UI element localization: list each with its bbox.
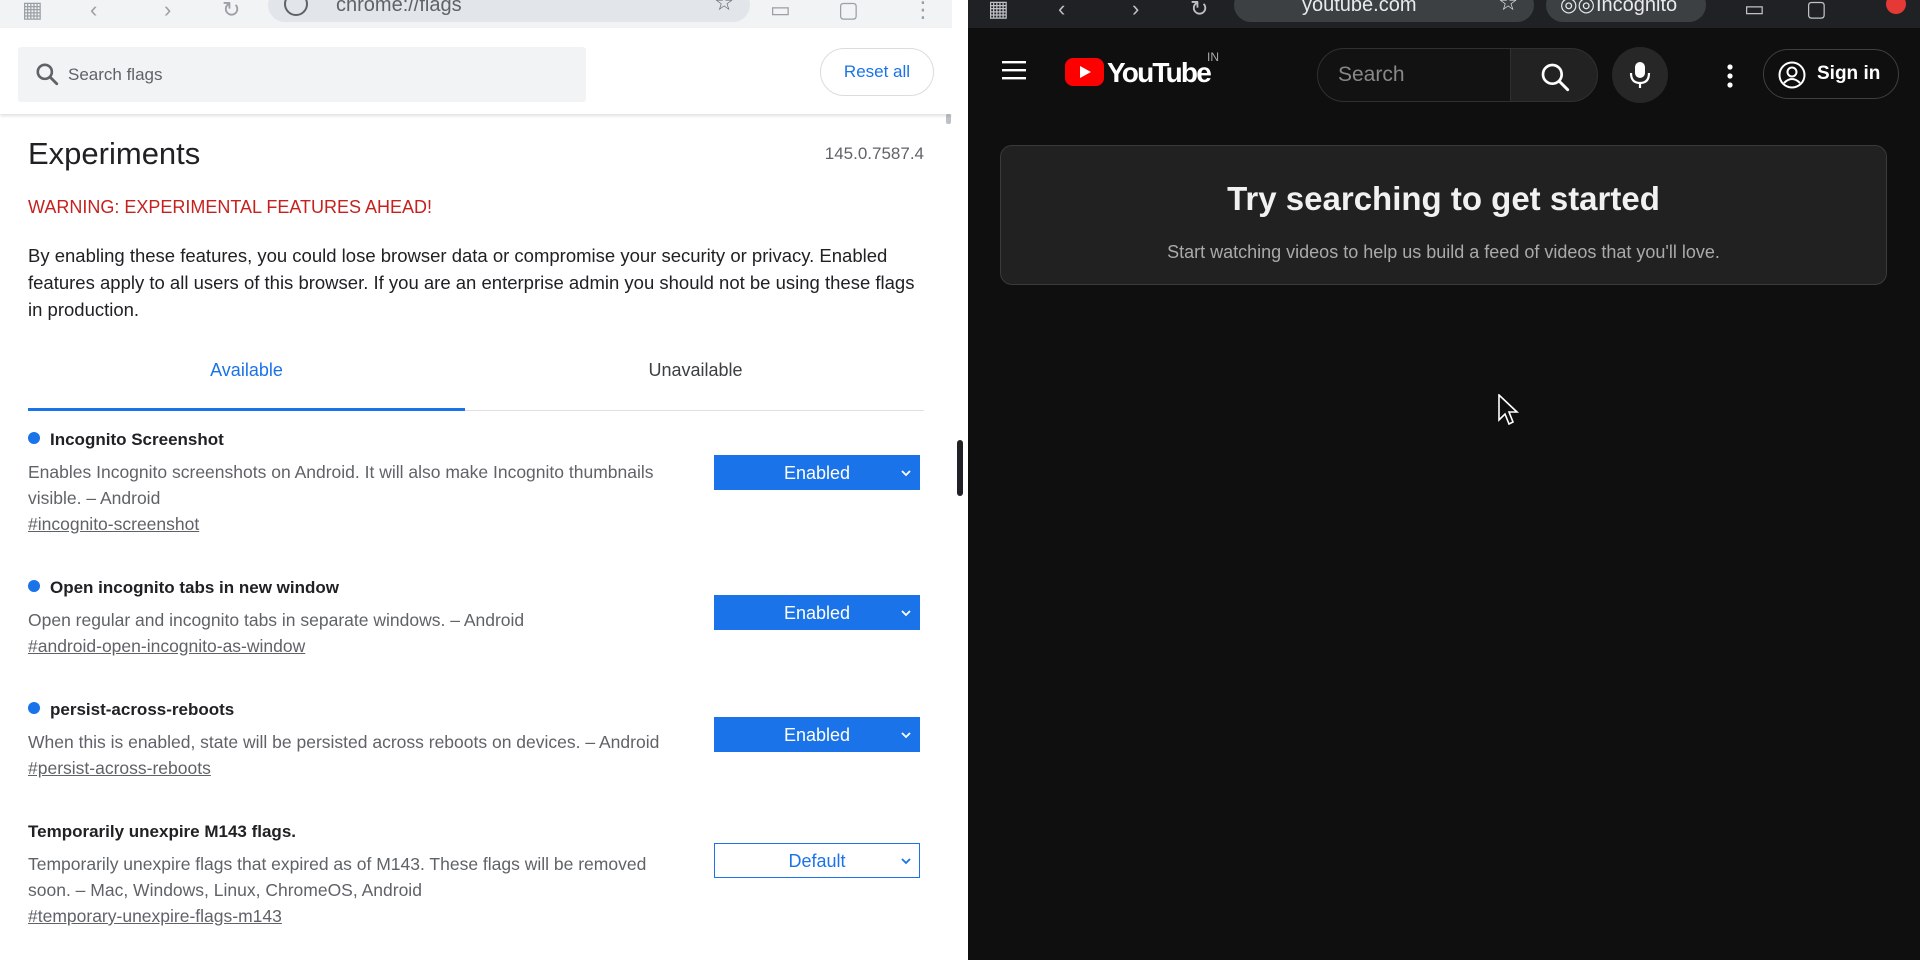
more-vert-icon[interactable]: [1720, 62, 1740, 90]
youtube-window: ▦ ‹ › ↻ youtube.com ☆ ◎◎ Incognito ▭ ▢ Y…: [968, 0, 1920, 960]
select-value: Enabled: [783, 463, 851, 483]
profile-avatar[interactable]: [1886, 0, 1906, 14]
new-tab-icon[interactable]: ▢: [1806, 0, 1827, 22]
flags-content: Experiments 145.0.7587.4 WARNING: EXPERI…: [0, 114, 952, 960]
experiment-select[interactable]: Enabled: [714, 455, 920, 490]
search-button[interactable]: [1510, 48, 1598, 102]
empty-feed-title: Try searching to get started: [1227, 180, 1660, 217]
modified-dot: [28, 580, 40, 592]
forward-icon[interactable]: ›: [164, 0, 171, 21]
search-box[interactable]: [1317, 48, 1511, 102]
experiment-link[interactable]: #incognito-screenshot: [28, 514, 199, 535]
address-bar[interactable]: youtube.com ☆: [1234, 0, 1534, 22]
scrollbar-thumb[interactable]: [946, 114, 951, 124]
mouse-cursor-icon: [1498, 394, 1520, 426]
address-text: chrome://flags: [336, 0, 462, 16]
experiment-name: Incognito Screenshot: [50, 430, 224, 449]
sign-in-label: Sign in: [1817, 63, 1881, 84]
incognito-icon: ◎◎: [1560, 0, 1595, 16]
divider-handle[interactable]: [957, 440, 963, 496]
youtube-play-icon: [1065, 58, 1104, 86]
forward-icon[interactable]: ›: [1132, 0, 1139, 22]
youtube-header: YouTube IN Sign in: [968, 28, 1920, 116]
experiment-description: Enables Incognito screenshots on Android…: [28, 462, 654, 508]
experiment-persist-across-reboots: persist-across-reboots When this is enab…: [28, 700, 928, 778]
experiment-select[interactable]: Enabled: [714, 717, 920, 752]
page-description: By enabling these features, you could lo…: [28, 245, 915, 320]
more-vert-icon[interactable]: ⋮: [912, 0, 934, 21]
site-info-icon[interactable]: [284, 0, 308, 16]
tab-switcher-icon[interactable]: ▭: [770, 0, 791, 21]
tab-unavailable[interactable]: Unavailable: [477, 360, 914, 381]
address-bar[interactable]: chrome://flags ☆: [268, 0, 750, 22]
tab-available[interactable]: Available: [28, 360, 465, 381]
search-input[interactable]: [1338, 49, 1498, 101]
incognito-label: Incognito: [1596, 0, 1678, 16]
split-divider[interactable]: [952, 0, 968, 960]
bookmark-star-icon[interactable]: ☆: [714, 0, 734, 16]
tab-switcher-icon[interactable]: ▭: [1744, 0, 1765, 22]
experiment-link[interactable]: #android-open-incognito-as-window: [28, 636, 305, 657]
flags-search-header: Reset all: [0, 28, 952, 114]
address-text: youtube.com: [1302, 0, 1417, 16]
active-tab-indicator: [28, 408, 465, 411]
back-icon[interactable]: ‹: [1058, 0, 1065, 22]
browser-toolbar-left: ▦ ‹ › ↻ chrome://flags ☆ ▭ ▢ ⋮: [0, 0, 952, 28]
empty-feed-card: Try searching to get started Start watch…: [1000, 145, 1887, 285]
chevron-down-icon: [901, 732, 911, 739]
reload-icon[interactable]: ↻: [222, 0, 240, 21]
microphone-icon: [1629, 62, 1651, 88]
incognito-chip[interactable]: ◎◎ Incognito: [1546, 0, 1706, 22]
experiment-select[interactable]: Default: [714, 843, 920, 878]
voice-search-button[interactable]: [1612, 47, 1668, 103]
sign-in-button[interactable]: Sign in: [1763, 49, 1899, 99]
chevron-down-icon: [901, 610, 911, 617]
experiment-description: When this is enabled, state will be pers…: [28, 732, 660, 752]
modified-dot: [28, 702, 40, 714]
experiment-incognito-screenshot: Incognito Screenshot Enables Incognito s…: [28, 430, 928, 534]
experiment-name: persist-across-reboots: [50, 700, 235, 719]
experiment-link[interactable]: #temporary-unexpire-flags-m143: [28, 906, 282, 927]
experiment-open-incognito-window: Open incognito tabs in new window Open r…: [28, 578, 928, 656]
logo-text: YouTube: [1107, 57, 1212, 88]
apps-icon[interactable]: ▦: [22, 0, 43, 21]
search-box[interactable]: [18, 47, 586, 102]
new-tab-icon[interactable]: ▢: [838, 0, 859, 21]
experiment-name: Open incognito tabs in new window: [50, 578, 339, 597]
select-value: Enabled: [783, 603, 851, 623]
reload-icon[interactable]: ↻: [1190, 0, 1208, 22]
search-flags-input[interactable]: [68, 47, 568, 102]
experiment-name: Temporarily unexpire M143 flags.: [28, 822, 296, 841]
empty-feed-subtitle: Start watching videos to help us build a…: [1167, 242, 1720, 262]
experiment-select[interactable]: Enabled: [714, 595, 920, 630]
modified-dot: [28, 432, 40, 444]
experiment-description: Temporarily unexpire flags that expired …: [28, 854, 647, 900]
account-circle-icon: [1778, 61, 1806, 89]
chevron-down-icon: [901, 470, 911, 477]
search-icon: [1541, 63, 1570, 92]
chevron-down-icon: [901, 858, 911, 865]
reset-all-button[interactable]: Reset all: [820, 48, 934, 96]
country-code: IN: [1207, 50, 1219, 64]
select-value: Enabled: [783, 725, 851, 745]
experiment-description: Open regular and incognito tabs in separ…: [28, 610, 525, 630]
search-icon: [36, 63, 59, 86]
page-title: Experiments: [28, 136, 201, 171]
flags-window: ▦ ‹ › ↻ chrome://flags ☆ ▭ ▢ ⋮ Reset all…: [0, 0, 952, 960]
warning-text: WARNING: EXPERIMENTAL FEATURES AHEAD!: [28, 197, 433, 217]
back-icon[interactable]: ‹: [90, 0, 97, 21]
select-value: Default: [788, 851, 846, 871]
version-number: 145.0.7587.4: [824, 144, 924, 163]
browser-toolbar-right: ▦ ‹ › ↻ youtube.com ☆ ◎◎ Incognito ▭ ▢: [968, 0, 1920, 28]
bookmark-star-icon[interactable]: ☆: [1498, 0, 1518, 16]
apps-icon[interactable]: ▦: [988, 0, 1009, 22]
experiment-unexpire-m143: Temporarily unexpire M143 flags. Tempora…: [28, 822, 928, 926]
hamburger-menu-icon[interactable]: [1002, 60, 1026, 80]
experiment-link[interactable]: #persist-across-reboots: [28, 758, 211, 779]
